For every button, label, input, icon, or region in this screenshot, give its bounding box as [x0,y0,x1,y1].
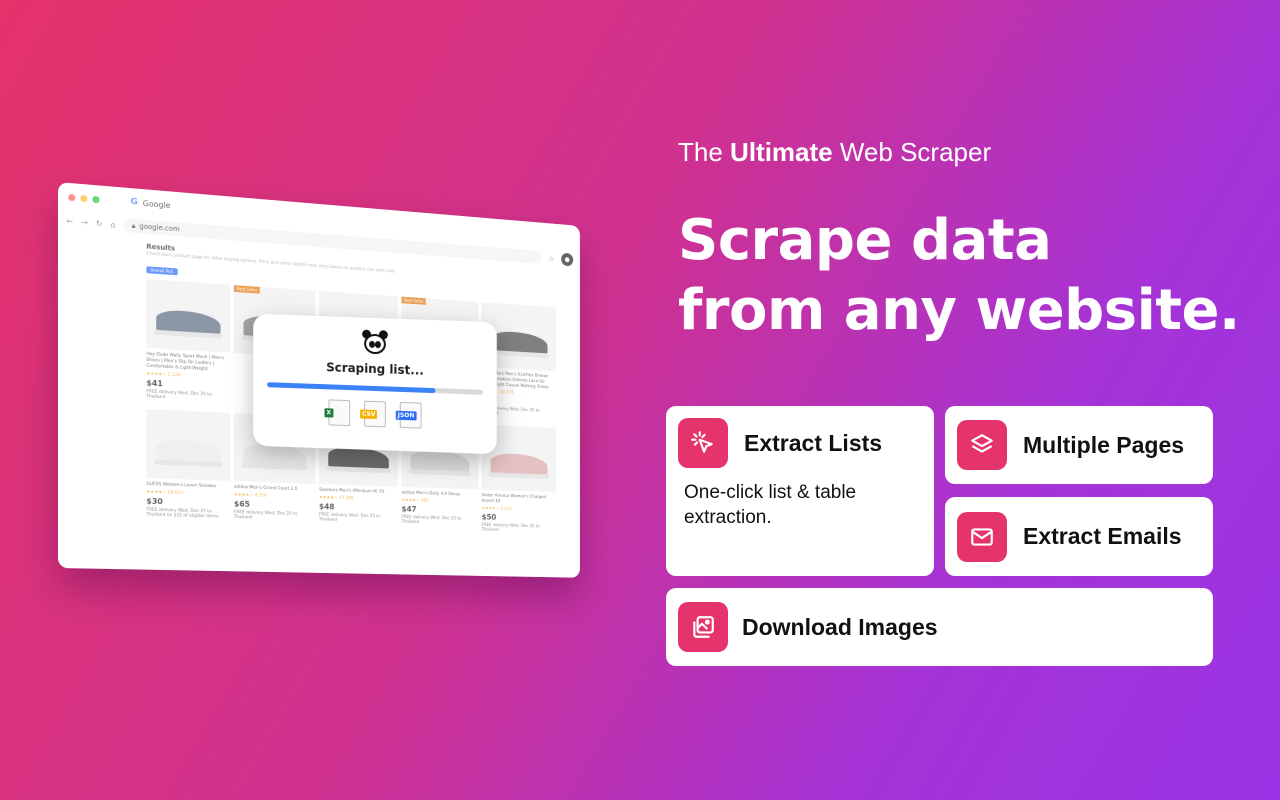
feature-desc-extract-lists: One-click list & table extraction. [684,482,857,528]
panda-logo-icon [360,329,390,356]
feature-title-multiple-pages: Multiple Pages [1023,431,1185,458]
feature-title-download-images: Download Images [742,613,938,640]
scraping-status: Scraping list... [326,360,424,378]
mail-icon [957,511,1007,562]
scraping-modal: Scraping list... X CSV JSON [253,313,497,455]
scraping-progress-bar [267,382,483,395]
export-formats: X CSV JSON [253,397,497,432]
tagline-bold: Ultimate [730,137,833,167]
feature-card-extract-emails: Extract Emails [945,497,1213,576]
file-format-label: CSV [360,409,378,420]
cursor-click-icon [678,418,728,468]
headline-line-1: Scrape data [678,208,1052,273]
file-format-icon: CSV [360,400,386,428]
headline: Scrape data from any website. [678,206,1258,346]
feature-title-extract-emails: Extract Emails [1023,523,1182,549]
feature-title-extract-lists: Extract Lists [744,429,883,456]
tagline-prefix: The [678,137,723,167]
file-format-label: X [324,408,334,418]
feature-card-download-images: Download Images [666,588,1213,666]
file-format-icon: X [324,399,351,427]
headline-line-2: from any website. [678,278,1240,343]
tagline-suffix: Web Scraper [839,137,992,167]
layers-icon [957,420,1007,470]
feature-card-multiple-pages: Multiple Pages [945,406,1213,484]
tagline: The Ultimate Web Scraper [678,137,991,168]
file-format-icon: JSON [395,401,422,429]
feature-card-extract-lists: Extract Lists One-click list & table ext… [666,406,934,576]
progress-fill [267,382,436,394]
file-format-label: JSON [395,410,417,421]
images-icon [678,602,728,652]
